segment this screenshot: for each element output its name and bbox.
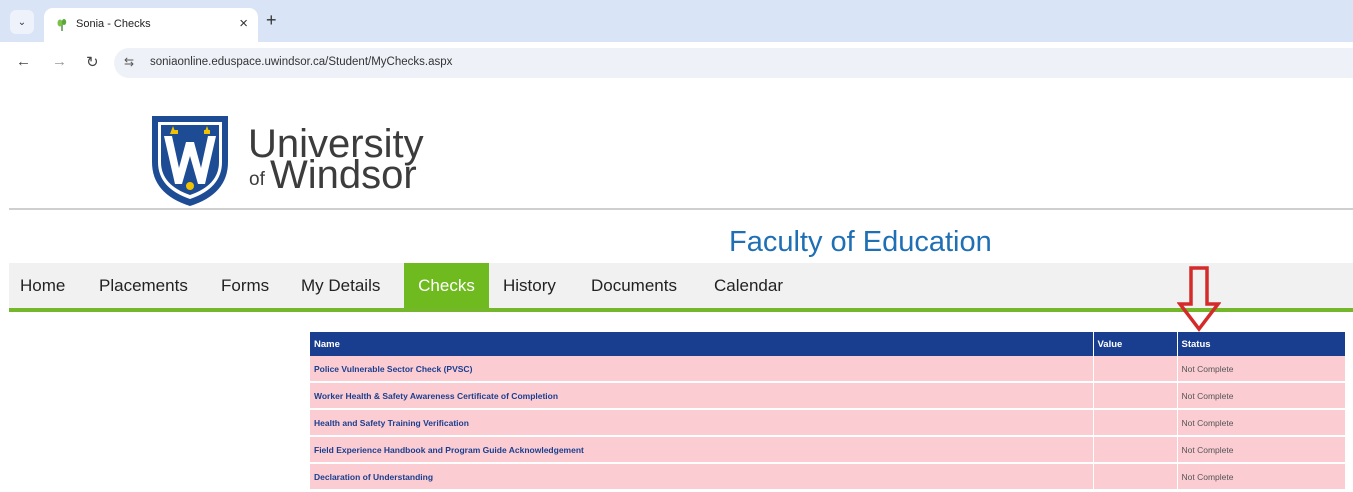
tab-search-dropdown-icon[interactable]: ⌄ xyxy=(10,10,34,34)
check-status: Not Complete xyxy=(1177,382,1345,410)
menu-item-calendar[interactable]: Calendar xyxy=(714,263,783,309)
check-value xyxy=(1093,463,1178,491)
check-value xyxy=(1093,356,1178,383)
table-row[interactable]: Police Vulnerable Sector Check (PVSC) No… xyxy=(310,356,1345,383)
check-name[interactable]: Field Experience Handbook and Program Gu… xyxy=(310,436,1094,464)
new-tab-button[interactable]: + xyxy=(266,10,277,31)
browser-tab[interactable]: Sonia - Checks × xyxy=(44,8,258,42)
site-info-icon[interactable]: ⇆ xyxy=(124,55,134,69)
menu-item-forms[interactable]: Forms xyxy=(221,263,269,309)
menu-item-checks[interactable]: Checks xyxy=(404,263,489,309)
column-header-status[interactable]: Status xyxy=(1177,332,1345,356)
header-divider xyxy=(9,208,1353,210)
check-status: Not Complete xyxy=(1177,463,1345,491)
tab-title: Sonia - Checks xyxy=(76,18,151,30)
main-menu: Home Placements Forms My Details Checks … xyxy=(9,263,1353,309)
tab-close-icon[interactable]: × xyxy=(239,15,248,32)
table-header-row: Name Value Status xyxy=(310,332,1345,356)
forward-icon[interactable]: → xyxy=(52,53,67,70)
check-value xyxy=(1093,436,1178,464)
column-header-name[interactable]: Name xyxy=(310,332,1094,356)
check-value xyxy=(1093,382,1178,410)
check-name[interactable]: Police Vulnerable Sector Check (PVSC) xyxy=(310,356,1094,383)
menu-item-my-details[interactable]: My Details xyxy=(301,263,380,309)
check-name[interactable]: Declaration of Understanding xyxy=(310,463,1094,491)
check-value xyxy=(1093,409,1178,437)
check-name[interactable]: Health and Safety Training Verification xyxy=(310,409,1094,437)
menu-item-history[interactable]: History xyxy=(503,263,556,309)
university-name-line2: Windsor xyxy=(270,153,417,197)
faculty-title: Faculty of Education xyxy=(729,226,992,258)
check-name[interactable]: Worker Health & Safety Awareness Certifi… xyxy=(310,382,1094,410)
sonia-leaf-icon xyxy=(57,19,67,31)
back-icon[interactable]: ← xyxy=(16,53,31,70)
browser-toolbar: ← → ↻ ⇆ soniaonline.eduspace.uwindsor.ca… xyxy=(0,42,1353,84)
url-text[interactable]: soniaonline.eduspace.uwindsor.ca/Student… xyxy=(150,56,452,68)
check-status: Not Complete xyxy=(1177,436,1345,464)
university-name-of: of xyxy=(249,169,265,190)
address-bar[interactable]: ⇆ soniaonline.eduspace.uwindsor.ca/Stude… xyxy=(114,48,1353,78)
browser-tab-bar: ⌄ Sonia - Checks × + xyxy=(0,0,1353,42)
check-status: Not Complete xyxy=(1177,356,1345,383)
table-row[interactable]: Health and Safety Training Verification … xyxy=(310,409,1345,437)
table-row[interactable]: Field Experience Handbook and Program Gu… xyxy=(310,436,1345,464)
menu-item-documents[interactable]: Documents xyxy=(591,263,677,309)
table-row[interactable]: Worker Health & Safety Awareness Certifi… xyxy=(310,382,1345,410)
menu-item-home[interactable]: Home xyxy=(20,263,65,309)
uwindsor-shield-icon xyxy=(152,116,228,206)
check-status: Not Complete xyxy=(1177,409,1345,437)
red-down-arrow-icon xyxy=(1177,266,1221,332)
column-header-value[interactable]: Value xyxy=(1093,332,1178,356)
reload-icon[interactable]: ↻ xyxy=(86,53,99,71)
checks-table: Name Value Status Police Vulnerable Sect… xyxy=(310,332,1345,491)
menu-item-placements[interactable]: Placements xyxy=(99,263,188,309)
menu-underline xyxy=(9,308,1353,312)
table-row[interactable]: Declaration of Understanding Not Complet… xyxy=(310,463,1345,491)
